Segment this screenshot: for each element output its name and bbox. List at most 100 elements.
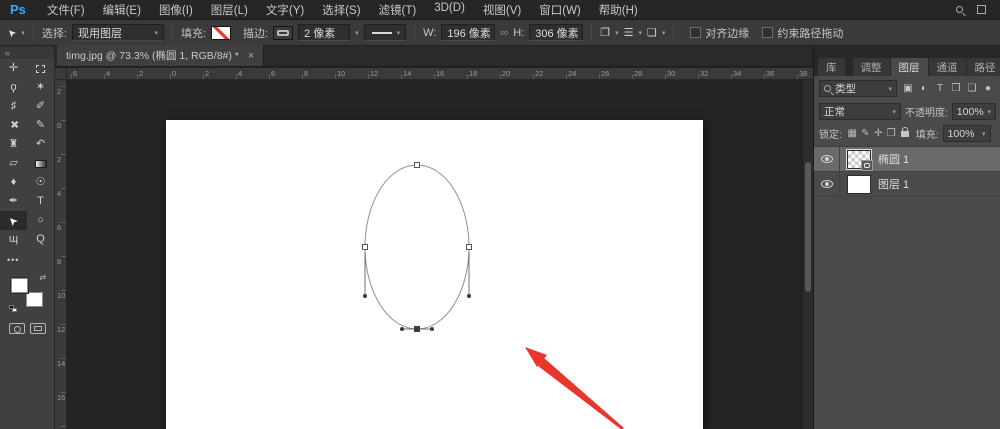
pasteboard[interactable] bbox=[67, 80, 813, 429]
snap-edges-option[interactable]: 对齐边缘 bbox=[690, 25, 749, 41]
canvas-column: timg.jpg @ 73.3% (椭圆 1, RGB/8#) * × 6420… bbox=[55, 46, 813, 429]
layer-filter-dropdown[interactable]: 类型 bbox=[819, 80, 897, 97]
quick-mask-button[interactable] bbox=[9, 323, 25, 334]
magic-wand-tool[interactable]: ✶ bbox=[27, 78, 54, 97]
search-icon[interactable] bbox=[956, 6, 963, 13]
marquee-tool[interactable] bbox=[27, 59, 54, 78]
type-tool[interactable]: T bbox=[27, 192, 54, 211]
menu-item[interactable]: 文字(Y) bbox=[257, 2, 313, 18]
blur-tool[interactable]: ♦ bbox=[0, 173, 27, 192]
blend-mode-dropdown[interactable]: 正常 bbox=[819, 103, 901, 120]
brush-tool[interactable]: ✎ bbox=[27, 116, 54, 135]
gradient-tool[interactable] bbox=[27, 154, 54, 173]
eyedropper-tool[interactable]: ✐ bbox=[27, 97, 54, 116]
swap-colors-icon[interactable]: ⇄ bbox=[39, 273, 46, 282]
stroke-width-chevron-icon[interactable] bbox=[355, 29, 359, 37]
ellipse-tool[interactable]: ○ bbox=[27, 211, 54, 230]
lock-position-icon[interactable]: ✛ bbox=[872, 128, 885, 139]
menu-item[interactable]: 图像(I) bbox=[150, 2, 202, 18]
adjustment-layer-filter-icon[interactable]: ◐ bbox=[916, 81, 932, 97]
history-brush-tool[interactable]: ↶ bbox=[27, 135, 54, 154]
panel-tab-路径[interactable]: 路径 bbox=[967, 58, 1000, 76]
menu-item[interactable]: 3D(D) bbox=[425, 2, 474, 18]
document-tab-title: timg.jpg @ 73.3% (椭圆 1, RGB/8#) * bbox=[66, 48, 239, 63]
foreground-color-swatch[interactable] bbox=[11, 278, 28, 293]
shape-layer-filter-icon[interactable]: ❒ bbox=[948, 81, 964, 97]
menu-item[interactable]: 视图(V) bbox=[474, 2, 530, 18]
layer-row[interactable]: 椭圆 1 bbox=[814, 147, 1000, 172]
constrain-path-checkbox[interactable] bbox=[762, 27, 773, 38]
document-canvas[interactable] bbox=[166, 120, 703, 429]
layer-thumbnail[interactable] bbox=[847, 150, 871, 169]
clone-stamp-tool[interactable]: ♜ bbox=[0, 135, 27, 154]
layer-visibility-cell[interactable] bbox=[814, 172, 840, 196]
workspace-switcher-icon[interactable] bbox=[977, 5, 986, 14]
lock-pixels-icon[interactable]: ✎ bbox=[859, 128, 872, 139]
vertical-scrollbar[interactable] bbox=[802, 68, 813, 429]
edit-toolbar-button[interactable]: ••• bbox=[0, 249, 54, 265]
menu-item[interactable]: 选择(S) bbox=[313, 2, 369, 18]
toolbar-collapse-button[interactable]: « bbox=[0, 46, 54, 59]
screen-mode-button[interactable] bbox=[30, 323, 46, 334]
path-arrangement-icon[interactable]: ❏ bbox=[647, 26, 657, 39]
select-mode-dropdown[interactable]: 现用图层 bbox=[72, 24, 164, 41]
tool-preset-chevron-icon[interactable] bbox=[21, 29, 25, 37]
smart-object-filter-icon[interactable]: ❏ bbox=[964, 81, 980, 97]
ruler-label: 16 bbox=[57, 393, 65, 402]
scrollbar-thumb[interactable] bbox=[805, 162, 811, 292]
shape-width-field[interactable]: 196 像素 bbox=[441, 24, 495, 41]
lock-transparency-icon[interactable]: ▦ bbox=[846, 128, 859, 139]
menu-item[interactable]: 滤镜(T) bbox=[370, 2, 426, 18]
panel-tab-通道[interactable]: 通道 bbox=[929, 58, 966, 76]
stroke-width-field[interactable]: 2 像素 bbox=[298, 24, 350, 41]
lasso-tool[interactable]: ϙ bbox=[0, 78, 27, 97]
menu-item[interactable]: 窗口(W) bbox=[530, 2, 590, 18]
chevron-down-icon bbox=[893, 108, 897, 116]
menu-item[interactable]: 编辑(E) bbox=[94, 2, 150, 18]
panel-tab-图层[interactable]: 图层 bbox=[891, 58, 928, 76]
layer-visibility-cell[interactable] bbox=[814, 147, 840, 171]
ruler-corner bbox=[55, 68, 67, 80]
healing-brush-tool[interactable]: ✚ bbox=[0, 116, 27, 135]
path-selection-tool[interactable]: ➤ bbox=[0, 211, 27, 230]
stroke-type-dropdown[interactable] bbox=[364, 24, 407, 41]
panel-tab-库[interactable]: 库 bbox=[818, 58, 845, 76]
pixel-layer-filter-icon[interactable]: ▣ bbox=[900, 81, 916, 97]
lock-all-icon[interactable] bbox=[901, 131, 909, 137]
menu-item[interactable]: 文件(F) bbox=[38, 2, 94, 18]
ellipse-path[interactable] bbox=[363, 163, 472, 332]
path-alignment-icon[interactable]: ☰ bbox=[624, 26, 634, 39]
move-tool[interactable]: ✛ bbox=[0, 59, 27, 78]
hand-tool[interactable]: ɰ bbox=[0, 230, 27, 249]
type-layer-filter-icon[interactable]: T bbox=[932, 81, 948, 97]
filter-toggle-icon[interactable]: ● bbox=[980, 81, 996, 97]
crop-tool[interactable]: ♯ bbox=[0, 97, 27, 116]
zoom-tool[interactable]: Q bbox=[27, 230, 54, 249]
opacity-field[interactable]: 100% bbox=[952, 103, 996, 120]
stroke-swatch[interactable] bbox=[273, 26, 293, 40]
menu-item[interactable]: 图层(L) bbox=[202, 2, 257, 18]
layer-row[interactable]: 图层 1 bbox=[814, 172, 1000, 197]
lock-icons: ▦✎✛❒ bbox=[846, 128, 912, 139]
eraser-tool[interactable]: ▱ bbox=[0, 154, 27, 173]
fill-swatch-none[interactable] bbox=[211, 26, 231, 40]
shape-height-field[interactable]: 306 像素 bbox=[529, 24, 583, 41]
menu-item[interactable]: 帮助(H) bbox=[590, 2, 647, 18]
document-tab[interactable]: timg.jpg @ 73.3% (椭圆 1, RGB/8#) * × bbox=[57, 45, 264, 66]
layer-thumbnail[interactable] bbox=[847, 175, 871, 194]
path-operations-icon[interactable]: ❐ bbox=[600, 26, 610, 39]
lock-artboard-icon[interactable]: ❒ bbox=[885, 128, 898, 139]
close-icon[interactable]: × bbox=[248, 50, 254, 62]
ruler-label: 10 bbox=[337, 69, 345, 78]
panel-tab-调整[interactable]: 调整 bbox=[853, 58, 890, 76]
snap-edges-checkbox[interactable] bbox=[690, 27, 701, 38]
link-dimensions-icon[interactable]: ∞ bbox=[500, 27, 508, 39]
default-colors-icon[interactable] bbox=[9, 305, 17, 312]
constrain-path-option[interactable]: 约束路径拖动 bbox=[762, 25, 843, 41]
ruler-label: 22 bbox=[535, 69, 543, 78]
layer-fill-field[interactable]: 100% bbox=[943, 125, 991, 142]
pen-tool[interactable]: ✒ bbox=[0, 192, 27, 211]
background-color-swatch[interactable] bbox=[26, 292, 43, 307]
eye-icon bbox=[821, 155, 833, 163]
dodge-tool[interactable]: ☉ bbox=[27, 173, 54, 192]
